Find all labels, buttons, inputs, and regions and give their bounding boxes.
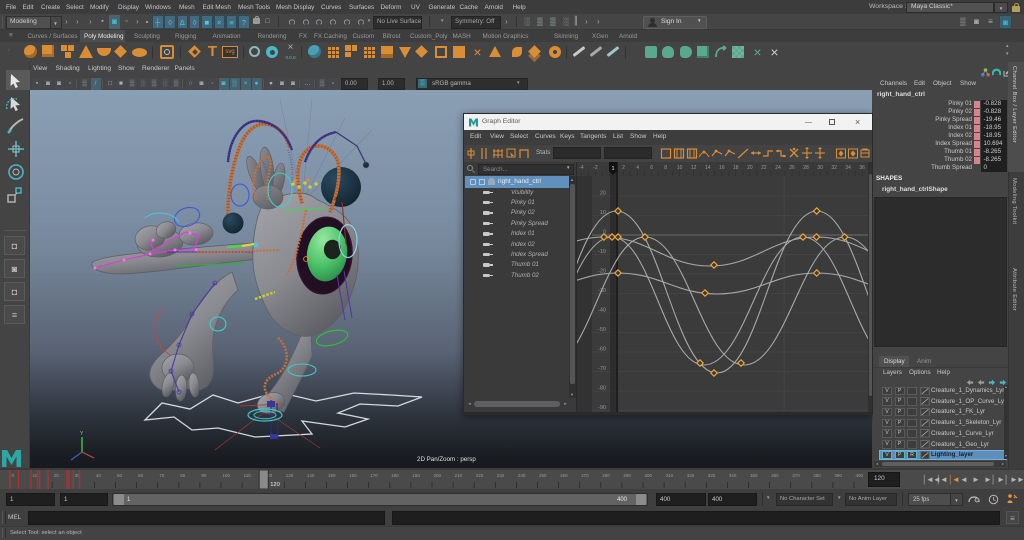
svg-text:390: 390 (834, 473, 842, 478)
svg-text:400: 400 (856, 473, 864, 478)
svg-text:14: 14 (705, 165, 711, 171)
svg-text:-70: -70 (598, 366, 606, 372)
svg-text:320: 320 (687, 473, 695, 478)
svg-text:22: 22 (761, 165, 767, 171)
svg-text:4: 4 (636, 165, 639, 171)
svg-text:6: 6 (650, 165, 653, 171)
svg-text:210: 210 (455, 473, 463, 478)
svg-text:310: 310 (666, 473, 674, 478)
svg-text:18: 18 (733, 165, 739, 171)
svg-text:240: 240 (518, 473, 526, 478)
svg-text:160: 160 (349, 473, 357, 478)
svg-text:28: 28 (803, 165, 809, 171)
svg-text:Y: Y (80, 431, 84, 437)
svg-text:130: 130 (286, 473, 294, 478)
svg-text:-10: -10 (598, 249, 606, 255)
svg-text:300: 300 (645, 473, 653, 478)
svg-text:1: 1 (611, 166, 614, 172)
svg-text:-2: -2 (593, 165, 598, 171)
svg-text:20: 20 (54, 473, 60, 478)
svg-text:20: 20 (600, 191, 606, 197)
svg-text:80: 80 (180, 473, 186, 478)
svg-text:-4: -4 (579, 165, 584, 171)
svg-text:26: 26 (789, 165, 795, 171)
svg-text:340: 340 (729, 473, 737, 478)
svg-text:230: 230 (497, 473, 505, 478)
svg-text:370: 370 (792, 473, 800, 478)
svg-text:190: 190 (412, 473, 420, 478)
svg-text:16: 16 (719, 165, 725, 171)
svg-text:30: 30 (817, 165, 823, 171)
svg-text:34: 34 (845, 165, 851, 171)
svg-text:120: 120 (270, 482, 280, 488)
svg-text:50: 50 (117, 473, 123, 478)
svg-text:8: 8 (664, 165, 667, 171)
svg-text:270: 270 (581, 473, 589, 478)
svg-text:280: 280 (602, 473, 610, 478)
svg-text:360: 360 (771, 473, 779, 478)
svg-text:-60: -60 (598, 347, 606, 353)
svg-text:70: 70 (159, 473, 165, 478)
svg-text:24: 24 (775, 165, 781, 171)
svg-text:200: 200 (434, 473, 442, 478)
svg-text:20: 20 (747, 165, 753, 171)
svg-text:40: 40 (96, 473, 102, 478)
svg-text:12: 12 (691, 165, 697, 171)
svg-text:330: 330 (708, 473, 716, 478)
svg-text:-50: -50 (598, 327, 606, 333)
svg-text:250: 250 (539, 473, 547, 478)
svg-text:-90: -90 (598, 405, 606, 411)
svg-text:170: 170 (370, 473, 378, 478)
svg-text:10: 10 (677, 165, 683, 171)
svg-text:-80: -80 (598, 386, 606, 392)
svg-text:2: 2 (622, 165, 625, 171)
svg-text:290: 290 (623, 473, 631, 478)
svg-text:60: 60 (138, 473, 144, 478)
svg-text:-40: -40 (598, 308, 606, 314)
svg-text:150: 150 (328, 473, 336, 478)
svg-text:90: 90 (201, 473, 207, 478)
svg-text:36: 36 (859, 165, 865, 171)
svg-text:380: 380 (813, 473, 821, 478)
svg-text:260: 260 (560, 473, 568, 478)
svg-text:100: 100 (223, 473, 231, 478)
svg-text:180: 180 (391, 473, 399, 478)
svg-text:220: 220 (476, 473, 484, 478)
svg-text:110: 110 (244, 473, 252, 478)
svg-text:140: 140 (307, 473, 315, 478)
svg-text:350: 350 (750, 473, 758, 478)
svg-text:32: 32 (831, 165, 837, 171)
